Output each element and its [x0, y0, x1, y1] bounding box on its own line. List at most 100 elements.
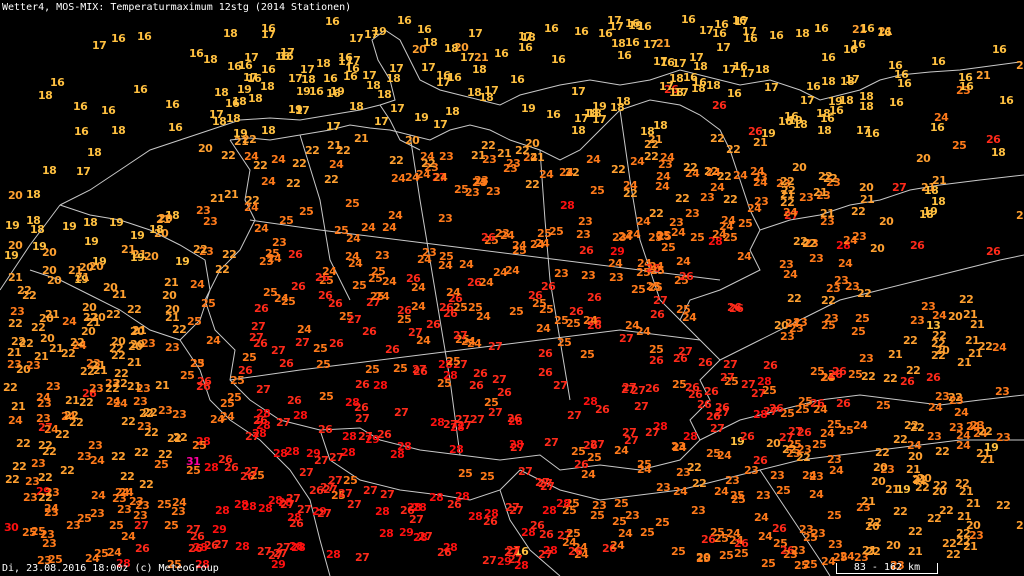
station-temperature: 23: [10, 305, 25, 318]
station-temperature: 22: [193, 243, 208, 256]
station-temperature: 28: [273, 447, 288, 460]
station-temperature: 27: [273, 547, 288, 560]
station-temperature: 18: [87, 146, 102, 159]
station-temperature: 27: [567, 409, 582, 422]
station-temperature: 28: [289, 540, 304, 553]
station-temperature: 16: [345, 62, 360, 75]
station-temperature: 20: [130, 338, 145, 351]
station-temperature: 21: [965, 334, 980, 347]
station-temperature: 25: [343, 474, 358, 487]
station-temperature: 22: [683, 161, 698, 174]
station-temperature: 16: [225, 97, 240, 110]
station-temperature: 23: [23, 491, 38, 504]
station-temperature: 24: [821, 555, 836, 568]
station-temperature: 19: [828, 95, 843, 108]
station-temperature: 16: [309, 85, 324, 98]
station-temperature: 29: [610, 245, 625, 258]
station-temperature: 24: [758, 530, 773, 543]
station-temperature: 24: [956, 439, 971, 452]
station-temperature: 17: [607, 14, 622, 27]
station-temperature: 23: [791, 544, 806, 557]
station-temperature: 26: [900, 375, 915, 388]
station-temperature: 23: [66, 519, 81, 532]
station-temperature: 17: [389, 62, 404, 75]
station-temperature: 27: [347, 498, 362, 511]
station-temperature: 24: [417, 253, 432, 266]
station-temperature: 23: [554, 267, 569, 280]
station-temperature: 16: [326, 87, 341, 100]
station-temperature: 22: [17, 284, 32, 297]
station-temperature: 18: [316, 57, 331, 70]
station-temperature: 25: [650, 264, 665, 277]
station-temperature: 20: [871, 475, 886, 488]
station-temperature: 16: [820, 112, 835, 125]
station-temperature: 18: [821, 75, 836, 88]
station-temperature: 23: [949, 394, 964, 407]
station-temperature: 16: [447, 71, 462, 84]
station-temperature: 24: [271, 153, 286, 166]
station-temperature: 22: [956, 527, 971, 540]
station-temperature: 25: [676, 303, 691, 316]
station-temperature: 22: [908, 525, 923, 538]
station-temperature: 24: [8, 414, 23, 427]
station-temperature: 26: [224, 461, 239, 474]
station-temperature: 21: [963, 308, 978, 321]
station-temperature: 20: [908, 450, 923, 463]
station-temperature: 25: [186, 464, 201, 477]
station-temperature: 21: [86, 316, 101, 329]
station-temperature: 27: [271, 344, 286, 357]
station-temperature: 24: [476, 310, 491, 323]
station-temperature: 16: [574, 25, 589, 38]
station-temperature: 23: [828, 538, 843, 551]
station-temperature: 23: [129, 495, 144, 508]
station-temperature: 24: [714, 485, 729, 498]
station-temperature: 22: [55, 428, 70, 441]
station-temperature: 24: [928, 401, 943, 414]
station-temperature: 22: [127, 303, 142, 316]
station-temperature: 22: [687, 461, 702, 474]
station-temperature: 22: [38, 491, 53, 504]
station-temperature: 27: [355, 551, 370, 564]
station-temperature: 25: [319, 390, 334, 403]
station-temperature: 23: [190, 357, 205, 370]
station-temperature: 26: [688, 388, 703, 401]
station-temperature: 16: [806, 80, 821, 93]
station-temperature: 27: [540, 480, 555, 493]
station-temperature: 22: [787, 292, 802, 305]
station-temperature: 24: [618, 230, 633, 243]
station-temperature: 26: [473, 367, 488, 380]
station-temperature: 24: [44, 502, 59, 515]
station-temperature: 19: [109, 216, 124, 229]
station-temperature: 21: [474, 51, 489, 64]
station-temperature: 27: [553, 379, 568, 392]
station-temperature: 21: [932, 174, 947, 187]
station-temperature: 17: [92, 39, 107, 52]
station-temperature: 28: [326, 548, 341, 561]
station-temperature: 24: [676, 255, 691, 268]
station-temperature: 17: [326, 120, 341, 133]
station-temperature: 18: [859, 90, 874, 103]
station-temperature: 25: [839, 424, 854, 437]
station-temperature: 22: [8, 317, 23, 330]
station-temperature: 22: [883, 372, 898, 385]
station-temperature: 24: [706, 166, 721, 179]
station-temperature: 23: [31, 457, 46, 470]
station-temperature: 26: [385, 343, 400, 356]
station-temperature: 23: [921, 300, 936, 313]
station-temperature: 25: [655, 516, 670, 529]
station-temperature: 27: [538, 548, 553, 561]
station-temperature: 22: [996, 499, 1011, 512]
station-temperature: 25: [368, 272, 383, 285]
station-temperature: 25: [590, 184, 605, 197]
station-temperature: 26: [772, 522, 787, 535]
station-temperature: 27: [470, 413, 485, 426]
station-temperature: 21: [156, 213, 171, 226]
station-temperature: 22: [106, 308, 121, 321]
station-temperature: 22: [710, 132, 725, 145]
station-temperature: 27: [505, 501, 520, 514]
station-temperature: 28: [583, 395, 598, 408]
station-temperature: 25: [612, 515, 627, 528]
station-temperature: 27: [631, 384, 646, 397]
station-temperature: 27: [488, 406, 503, 419]
station-temperature: 28: [509, 438, 524, 451]
